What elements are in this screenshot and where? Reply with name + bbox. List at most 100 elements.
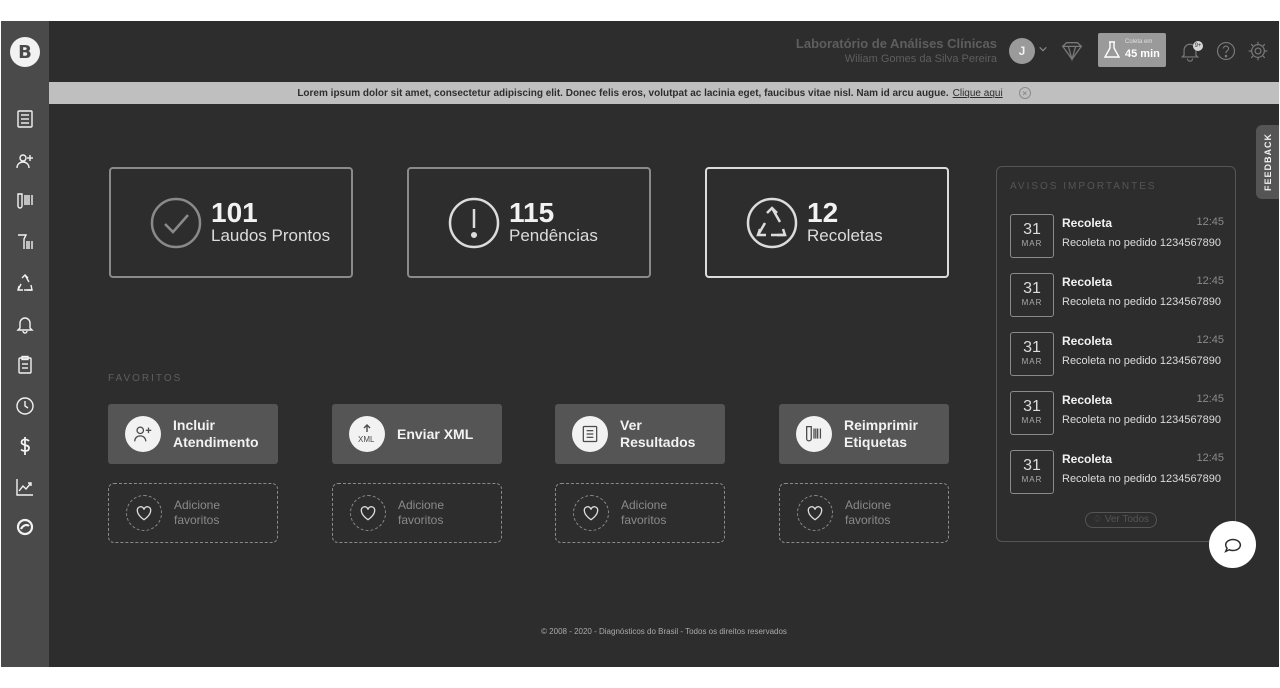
- ver-todos-label: Ver Todos: [1104, 514, 1150, 525]
- date-month: MAR: [1021, 239, 1043, 248]
- date-month: MAR: [1021, 475, 1043, 484]
- top-header: Laboratório de Análises Clínicas Wiliam …: [49, 21, 1279, 82]
- aviso-time: 12:45: [1196, 275, 1224, 287]
- aviso-title: Recoleta: [1062, 452, 1113, 466]
- xml-upload-icon: XML: [349, 416, 385, 452]
- date-day: 31: [1023, 457, 1041, 474]
- brand-logo[interactable]: B: [10, 37, 40, 67]
- flask-icon: [1104, 41, 1120, 58]
- chat-button[interactable]: [1209, 521, 1256, 568]
- gear-icon[interactable]: [1245, 38, 1271, 64]
- aviso-desc: Recoleta no pedido 1234567890: [1062, 473, 1222, 485]
- stat-number: 101: [211, 197, 258, 229]
- clipboard-icon[interactable]: [13, 353, 37, 377]
- add-favorite-button[interactable]: Adicione favoritos: [779, 483, 949, 543]
- add-favorite-button[interactable]: Adicione favoritos: [108, 483, 278, 543]
- feedback-tab[interactable]: FEEDBACK: [1256, 125, 1279, 199]
- stat-card-pendencias[interactable]: 115 Pendências: [407, 167, 651, 278]
- add-favorite-label: Adicione favoritos: [845, 498, 892, 527]
- feedback-label: FEEDBACK: [1262, 132, 1273, 192]
- recycle-icon[interactable]: [13, 271, 37, 295]
- exclamation-circle-icon: [448, 197, 500, 248]
- list-item[interactable]: 31 MAR Recoleta 12:45 Recoleta no pedido…: [1010, 391, 1224, 437]
- date-badge: 31 MAR: [1010, 332, 1054, 376]
- aviso-time: 12:45: [1196, 452, 1224, 464]
- list-item[interactable]: 31 MAR Recoleta 12:45 Recoleta no pedido…: [1010, 273, 1224, 319]
- date-badge: 31 MAR: [1010, 273, 1054, 317]
- ver-resultados-button[interactable]: Ver Resultados: [555, 404, 725, 464]
- add-user-icon[interactable]: [13, 149, 37, 173]
- announcement-banner: Lorem ipsum dolor sit amet, consectetur …: [49, 82, 1279, 104]
- add-favorite-button[interactable]: Adicione favoritos: [555, 483, 725, 543]
- button-label: Enviar XML: [397, 425, 474, 442]
- aviso-desc: Recoleta no pedido 1234567890: [1062, 414, 1222, 426]
- banner-text: Lorem ipsum dolor sit amet, consectetur …: [297, 87, 949, 99]
- button-label: Reimprimir Etiquetas: [844, 417, 918, 450]
- chart-icon[interactable]: [13, 475, 37, 499]
- list-item[interactable]: 31 MAR Recoleta 12:45 Recoleta no pedido…: [1010, 450, 1224, 496]
- svg-text:XML: XML: [358, 435, 375, 444]
- clock-icon[interactable]: [13, 394, 37, 418]
- aviso-desc: Recoleta no pedido 1234567890: [1062, 296, 1222, 308]
- help-icon[interactable]: [1213, 38, 1239, 64]
- aviso-title: Recoleta: [1062, 275, 1113, 289]
- reimprimir-etiquetas-button[interactable]: Reimprimir Etiquetas: [779, 404, 949, 464]
- heart-icon: [797, 495, 833, 531]
- aviso-desc: Recoleta no pedido 1234567890: [1062, 355, 1222, 367]
- app-window: B Laboratório de Análises Clínicas Wilia…: [1, 21, 1279, 667]
- notification-badge: 9+: [1193, 41, 1203, 51]
- stat-label: Recoletas: [807, 226, 883, 246]
- date-badge: 31 MAR: [1010, 450, 1054, 494]
- globe-icon[interactable]: [13, 515, 37, 539]
- ver-todos-button[interactable]: ♤ Ver Todos: [1085, 512, 1157, 528]
- avatar[interactable]: J: [1009, 38, 1035, 64]
- barcode-icon[interactable]: [13, 189, 37, 213]
- aviso-time: 12:45: [1196, 334, 1224, 346]
- bell-icon[interactable]: [13, 312, 37, 336]
- sidebar: B: [1, 21, 49, 667]
- add-favorite-button[interactable]: Adicione favoritos: [332, 483, 502, 543]
- avisos-panel: AVISOS IMPORTANTES 31 MAR Recoleta 12:45…: [996, 166, 1236, 542]
- chat-icon: [1223, 538, 1241, 553]
- stat-card-recoletas[interactable]: 12 Recoletas: [705, 167, 949, 278]
- date-day: 31: [1023, 221, 1041, 238]
- chevron-down-icon[interactable]: [1038, 44, 1050, 56]
- barcode-tube-icon: [796, 416, 832, 452]
- date-badge: 31 MAR: [1010, 391, 1054, 435]
- avisos-title: AVISOS IMPORTANTES: [1010, 181, 1157, 192]
- lab-info[interactable]: Laboratório de Análises Clínicas Wiliam …: [796, 36, 997, 65]
- diamond-icon[interactable]: [1059, 38, 1085, 64]
- banner-link[interactable]: Clique aqui: [953, 88, 1003, 99]
- add-patient-icon: [125, 416, 161, 452]
- bell-icon: ♤: [1092, 514, 1102, 525]
- incluir-atendimento-button[interactable]: Incluir Atendimento: [108, 404, 278, 464]
- user-name: Wiliam Gomes da Silva Pereira: [844, 53, 997, 65]
- footer-copyright: © 2008 - 2020 - Diagnósticos do Brasil -…: [541, 627, 787, 636]
- list-item[interactable]: 31 MAR Recoleta 12:45 Recoleta no pedido…: [1010, 332, 1224, 378]
- list-icon[interactable]: [13, 107, 37, 131]
- add-favorite-label: Adicione favoritos: [621, 498, 668, 527]
- add-favorite-label: Adicione favoritos: [398, 498, 445, 527]
- aviso-title: Recoleta: [1062, 393, 1113, 407]
- date-badge: 31 MAR: [1010, 214, 1054, 258]
- aviso-desc: Recoleta no pedido 1234567890: [1062, 237, 1222, 249]
- tube-barcode-icon[interactable]: [13, 230, 37, 254]
- favorites-title: FAVORITOS: [108, 373, 183, 384]
- list-item[interactable]: 31 MAR Recoleta 12:45 Recoleta no pedido…: [1010, 214, 1224, 260]
- aviso-title: Recoleta: [1062, 334, 1113, 348]
- enviar-xml-button[interactable]: XML Enviar XML: [332, 404, 502, 464]
- date-month: MAR: [1021, 416, 1043, 425]
- heart-icon: [350, 495, 386, 531]
- date-month: MAR: [1021, 298, 1043, 307]
- heart-icon: [126, 495, 162, 531]
- button-label: Ver Resultados: [620, 417, 696, 450]
- stat-card-laudos[interactable]: 101 Laudos Prontos: [109, 167, 353, 278]
- aviso-time: 12:45: [1196, 393, 1224, 405]
- coleta-timer[interactable]: Coleta em 45 min: [1098, 33, 1166, 67]
- aviso-time: 12:45: [1196, 216, 1224, 228]
- dollar-icon[interactable]: [13, 434, 37, 458]
- aviso-title: Recoleta: [1062, 216, 1113, 230]
- close-icon[interactable]: ×: [1018, 87, 1031, 99]
- lab-name: Laboratório de Análises Clínicas: [795, 36, 997, 51]
- coleta-label: Coleta em: [1125, 39, 1153, 45]
